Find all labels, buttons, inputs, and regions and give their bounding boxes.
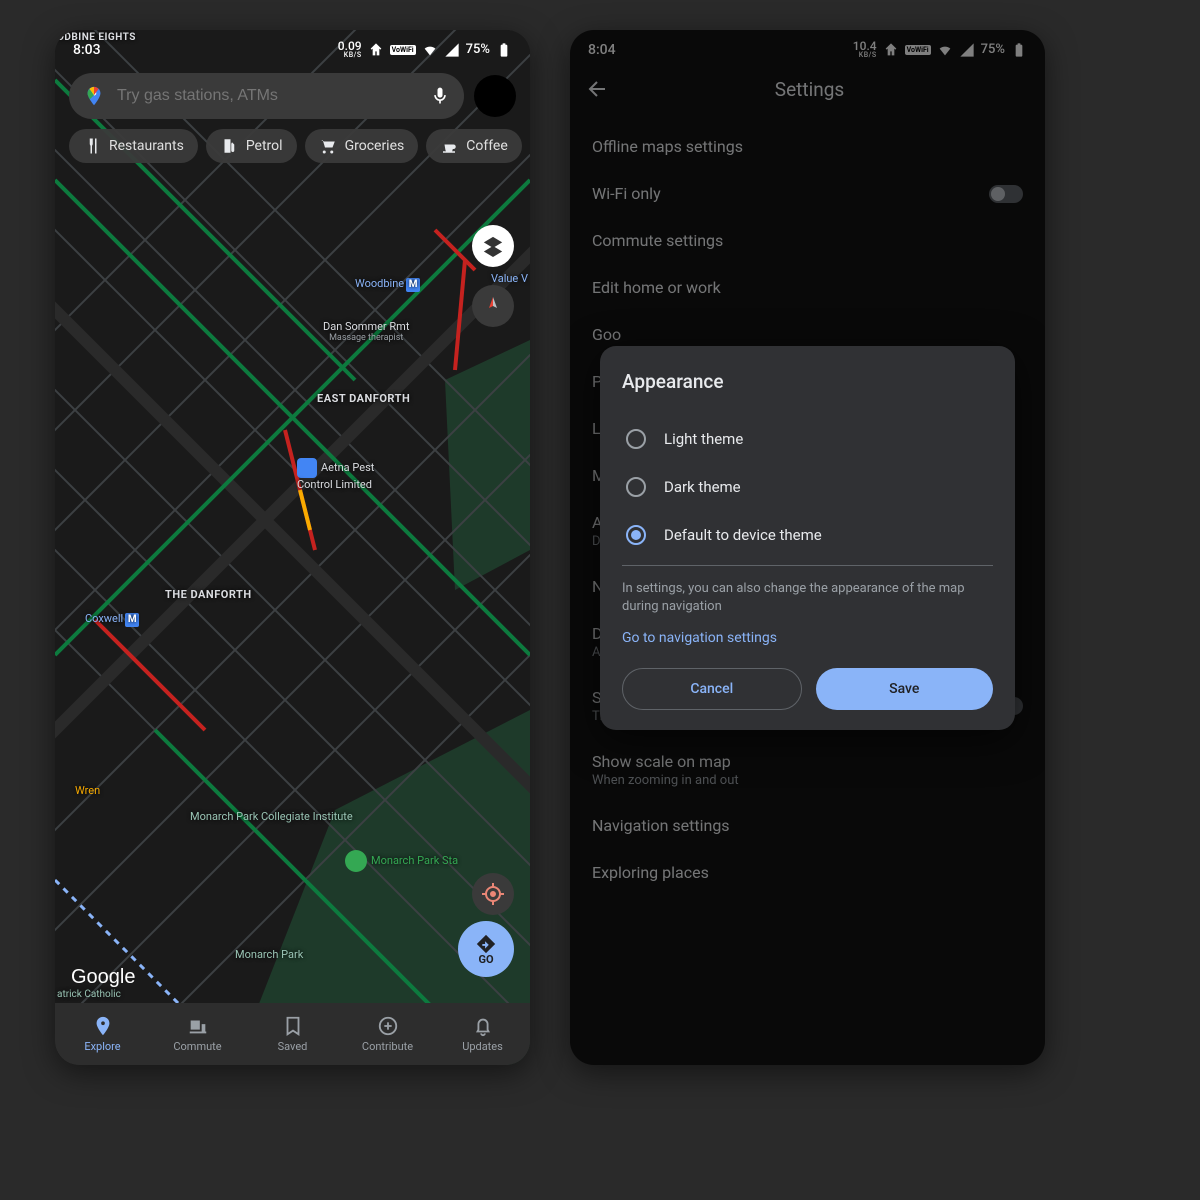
chip-label: Petrol bbox=[246, 138, 283, 154]
nav-label: Updates bbox=[462, 1040, 503, 1053]
directions-icon bbox=[475, 933, 497, 955]
search-bar[interactable] bbox=[69, 73, 464, 119]
profile-avatar[interactable] bbox=[474, 75, 516, 117]
option-label: Default to device theme bbox=[664, 526, 822, 544]
map-canvas[interactable] bbox=[55, 30, 530, 1065]
radio-icon bbox=[626, 429, 646, 449]
option-label: Dark theme bbox=[664, 478, 741, 496]
poi-sublabel: Massage therapist bbox=[323, 333, 409, 344]
poi-monarch-institute[interactable]: Monarch Park Collegiate Institute bbox=[190, 810, 353, 823]
radio-icon bbox=[626, 525, 646, 545]
poi-wren[interactable]: Wren bbox=[75, 784, 100, 797]
nav-label: Explore bbox=[84, 1040, 120, 1053]
station-label: Woodbine bbox=[355, 277, 404, 290]
radio-light-theme[interactable]: Light theme bbox=[622, 415, 993, 463]
plus-circle-icon bbox=[377, 1015, 399, 1037]
clock: 8:03 bbox=[73, 42, 101, 58]
radio-device-theme[interactable]: Default to device theme bbox=[622, 511, 993, 559]
chip-coffee[interactable]: Coffee bbox=[426, 129, 522, 163]
dialog-title: Appearance bbox=[622, 370, 993, 393]
radio-dark-theme[interactable]: Dark theme bbox=[622, 463, 993, 511]
nav-explore[interactable]: Explore bbox=[55, 1003, 150, 1065]
poi-aetna[interactable]: Aetna Pest Control Limited bbox=[297, 458, 374, 491]
nav-updates[interactable]: Updates bbox=[435, 1003, 530, 1065]
google-maps-icon bbox=[83, 85, 105, 107]
signal-icon bbox=[444, 42, 460, 58]
metro-icon: M bbox=[406, 278, 420, 292]
category-chips: Restaurants Petrol Groceries Coffee bbox=[55, 129, 530, 163]
status-bar: 8:03 0.09KB/S VoWiFi 75% bbox=[55, 30, 530, 63]
nav-label: Saved bbox=[278, 1040, 308, 1053]
cart-icon bbox=[319, 137, 337, 155]
chip-petrol[interactable]: Petrol bbox=[206, 129, 297, 163]
chip-label: Coffee bbox=[466, 138, 508, 154]
go-button[interactable]: GO bbox=[458, 921, 514, 977]
gas-icon bbox=[220, 137, 238, 155]
poi-dan-sommer[interactable]: Dan Sommer RmtMassage therapist bbox=[323, 320, 409, 344]
bell-icon bbox=[472, 1015, 494, 1037]
phone-maps: ODBINE EIGHTS WoodbineM Value V Dan Somm… bbox=[55, 30, 530, 1065]
poi-label: Dan Sommer Rmt bbox=[323, 320, 409, 333]
key-icon bbox=[368, 42, 384, 58]
layers-icon bbox=[482, 235, 504, 257]
search-input[interactable] bbox=[117, 87, 418, 105]
nav-label: Contribute bbox=[362, 1040, 413, 1053]
pin-icon bbox=[92, 1015, 114, 1037]
radio-icon bbox=[626, 477, 646, 497]
station-label: Coxwell bbox=[85, 612, 123, 625]
dialog-info: In settings, you can also change the app… bbox=[622, 580, 993, 616]
poi-label: Monarch Park Sta bbox=[371, 854, 458, 867]
shopping-icon bbox=[297, 458, 317, 478]
phone-settings: 8:04 10.4KB/S VoWiFi 75% Settings Offlin… bbox=[570, 30, 1045, 1065]
appearance-dialog: Appearance Light theme Dark theme Defaul… bbox=[600, 346, 1015, 730]
area-the-danforth: THE DANFORTH bbox=[165, 588, 252, 601]
battery-percent: 75% bbox=[466, 42, 490, 57]
nav-commute[interactable]: Commute bbox=[150, 1003, 245, 1065]
coffee-icon bbox=[440, 137, 458, 155]
data-speed: 0.09KB/S bbox=[338, 40, 362, 59]
option-label: Light theme bbox=[664, 430, 743, 448]
nav-label: Commute bbox=[173, 1040, 221, 1053]
nav-saved[interactable]: Saved bbox=[245, 1003, 340, 1065]
compass-icon bbox=[481, 294, 505, 318]
navigation-settings-link[interactable]: Go to navigation settings bbox=[622, 630, 993, 646]
chip-label: Restaurants bbox=[109, 138, 184, 154]
bookmark-icon bbox=[282, 1015, 304, 1037]
poi-atrick: atrick Catholic bbox=[57, 989, 121, 1001]
cancel-button[interactable]: Cancel bbox=[622, 668, 802, 710]
commute-icon bbox=[187, 1015, 209, 1037]
mic-icon[interactable] bbox=[430, 86, 450, 106]
locate-button[interactable] bbox=[472, 873, 514, 915]
battery-icon bbox=[496, 42, 512, 58]
chip-restaurants[interactable]: Restaurants bbox=[69, 129, 198, 163]
poi-valuev[interactable]: Value V bbox=[491, 272, 528, 285]
poi-monarch-park[interactable]: Monarch Park bbox=[235, 948, 303, 961]
station-woodbine[interactable]: WoodbineM bbox=[355, 277, 420, 292]
save-button[interactable]: Save bbox=[816, 668, 994, 710]
google-watermark: Google bbox=[71, 966, 136, 989]
wifi-icon bbox=[422, 42, 438, 58]
go-label: GO bbox=[478, 953, 493, 966]
chip-groceries[interactable]: Groceries bbox=[305, 129, 419, 163]
layers-button[interactable] bbox=[472, 225, 514, 267]
park-icon bbox=[345, 850, 367, 872]
chip-label: Groceries bbox=[345, 138, 405, 154]
divider bbox=[622, 565, 993, 566]
crosshair-icon bbox=[481, 882, 505, 906]
restaurant-icon bbox=[83, 137, 101, 155]
poi-monarch-station[interactable]: Monarch Park Sta bbox=[345, 850, 458, 872]
metro-icon: M bbox=[125, 613, 139, 627]
nav-contribute[interactable]: Contribute bbox=[340, 1003, 435, 1065]
bottom-nav: Explore Commute Saved Contribute Updates bbox=[55, 1003, 530, 1065]
area-east-danforth: EAST DANFORTH bbox=[317, 392, 410, 405]
vowifi-icon: VoWiFi bbox=[390, 45, 416, 55]
station-coxwell[interactable]: CoxwellM bbox=[85, 612, 139, 627]
compass-button[interactable] bbox=[472, 285, 514, 327]
